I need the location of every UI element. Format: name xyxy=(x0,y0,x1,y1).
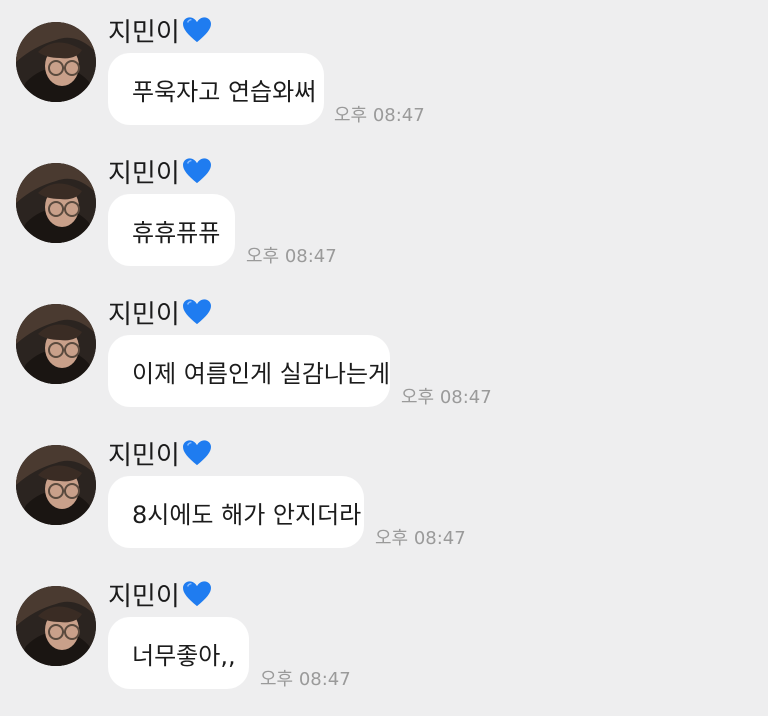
avatar[interactable] xyxy=(16,586,96,666)
message-text: 이제 여름인게 실감나는게 xyxy=(132,359,391,388)
message-bubble[interactable]: 8시에도 해가 안지더라 xyxy=(108,476,364,548)
message-bubble[interactable]: 너무좋아,, xyxy=(108,617,249,689)
chat-message: 지민이 이제 여름인게 실감나는게 오후 08:47 xyxy=(0,282,768,422)
sender-name: 지민이 xyxy=(108,292,212,332)
message-bubble[interactable]: 휴휴퓨퓨 xyxy=(108,194,235,266)
sender-label: 지민이 xyxy=(108,158,180,189)
chat-message: 지민이 휴휴퓨퓨 오후 08:47 xyxy=(0,141,768,281)
message-text: 휴휴퓨퓨 xyxy=(132,218,221,247)
message-timestamp: 오후 08:47 xyxy=(260,669,351,690)
sender-name: 지민이 xyxy=(108,10,212,50)
message-bubble[interactable]: 이제 여름인게 실감나는게 xyxy=(108,335,390,407)
chat-message-list[interactable]: 지민이 푸욱자고 연습와써 오후 08:47 지민이 휴휴퓨퓨 오후 08:47… xyxy=(0,0,768,716)
chat-message: 지민이 8시에도 해가 안지더라 오후 08:47 xyxy=(0,423,768,563)
sender-name: 지민이 xyxy=(108,151,212,191)
blue-heart-icon xyxy=(182,17,211,43)
sender-name: 지민이 xyxy=(108,433,212,473)
blue-heart-icon xyxy=(182,440,211,466)
sender-label: 지민이 xyxy=(108,17,180,48)
message-timestamp: 오후 08:47 xyxy=(375,528,466,549)
message-text: 너무좋아,, xyxy=(132,641,236,670)
sender-label: 지민이 xyxy=(108,299,180,330)
sender-name: 지민이 xyxy=(108,574,212,614)
sender-label: 지민이 xyxy=(108,581,180,612)
message-text: 푸욱자고 연습와써 xyxy=(132,77,317,106)
chat-message: 지민이 너무좋아,, 오후 08:47 xyxy=(0,564,768,704)
sender-label: 지민이 xyxy=(108,440,180,471)
avatar[interactable] xyxy=(16,445,96,525)
avatar[interactable] xyxy=(16,22,96,102)
message-text: 8시에도 해가 안지더라 xyxy=(132,500,362,529)
message-timestamp: 오후 08:47 xyxy=(246,246,337,267)
chat-message: 지민이 푸욱자고 연습와써 오후 08:47 xyxy=(0,0,768,140)
message-timestamp: 오후 08:47 xyxy=(334,105,425,126)
message-timestamp: 오후 08:47 xyxy=(401,387,492,408)
blue-heart-icon xyxy=(182,299,211,325)
blue-heart-icon xyxy=(182,158,211,184)
avatar[interactable] xyxy=(16,163,96,243)
message-bubble[interactable]: 푸욱자고 연습와써 xyxy=(108,53,324,125)
avatar[interactable] xyxy=(16,304,96,384)
blue-heart-icon xyxy=(182,581,211,607)
